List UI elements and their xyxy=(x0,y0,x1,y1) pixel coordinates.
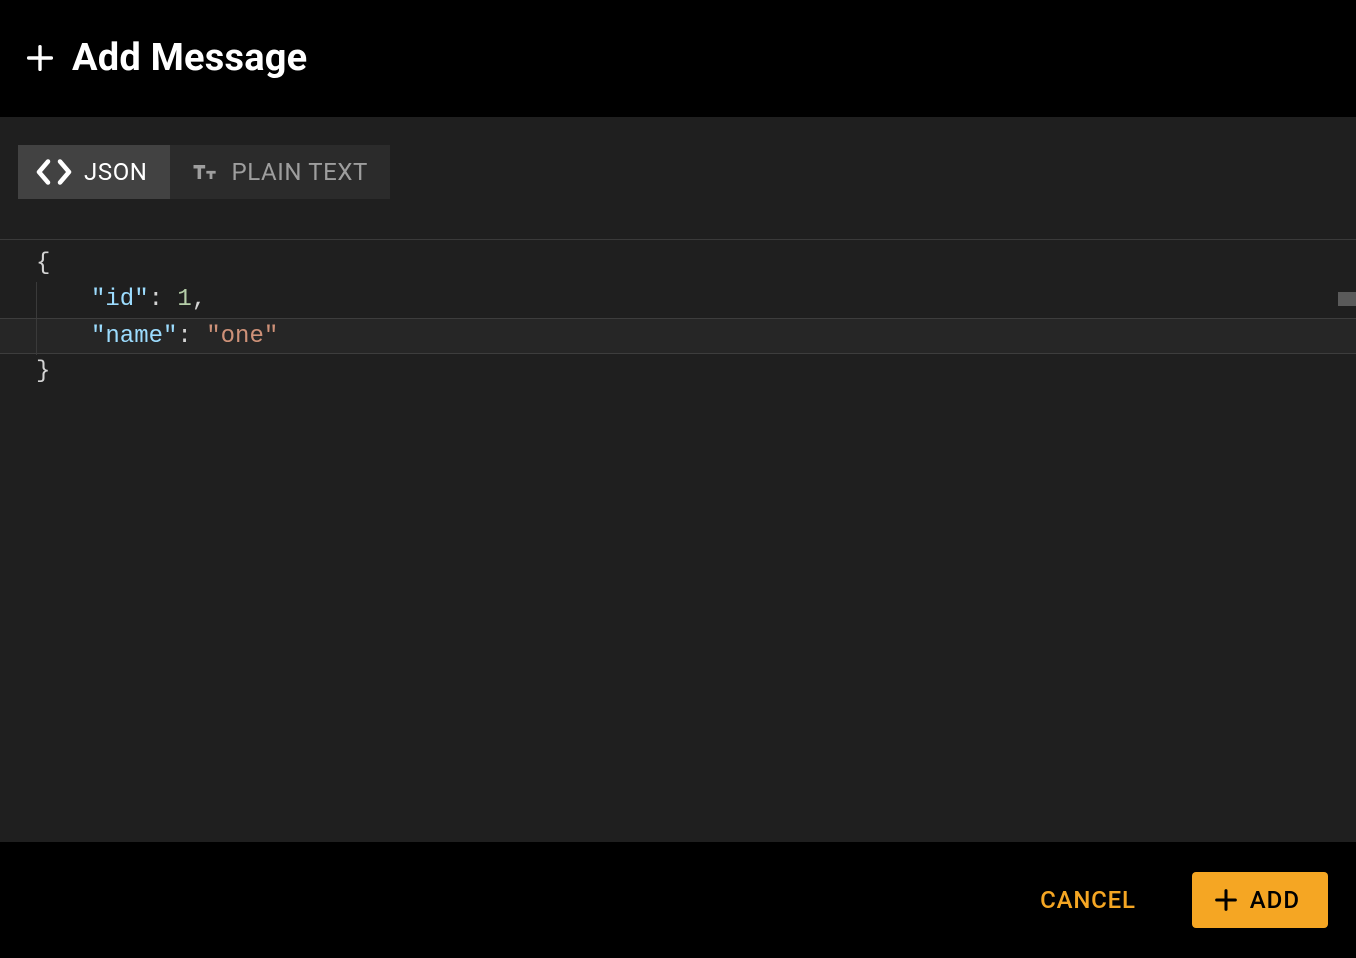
dialog-header: Add Message xyxy=(0,0,1356,116)
tab-plain-label: PLAIN TEXT xyxy=(232,158,368,186)
panel-body: JSON PLAIN TEXT {"id": 1,"name": "one"} xyxy=(0,116,1356,842)
code-icon xyxy=(36,158,72,186)
json-val-name: "one" xyxy=(206,323,278,350)
json-key-name: "name" xyxy=(91,323,177,350)
plus-icon xyxy=(1212,886,1240,914)
brace-close: } xyxy=(36,358,50,385)
json-key-id: "id" xyxy=(91,286,149,313)
dialog-footer: CANCEL ADD xyxy=(0,842,1356,958)
tab-json[interactable]: JSON xyxy=(18,145,170,199)
tab-json-label: JSON xyxy=(84,158,148,186)
add-button-label: ADD xyxy=(1250,886,1300,914)
cancel-button[interactable]: CANCEL xyxy=(1040,886,1136,914)
tab-plain-text[interactable]: PLAIN TEXT xyxy=(170,145,390,199)
json-val-id: 1 xyxy=(177,286,191,313)
json-content[interactable]: {"id": 1,"name": "one"} xyxy=(0,240,1356,842)
plus-icon xyxy=(22,40,58,76)
text-fields-icon xyxy=(188,158,220,186)
dialog-title: Add Message xyxy=(72,36,307,80)
code-editor[interactable]: {"id": 1,"name": "one"} xyxy=(0,239,1356,842)
format-tabs: JSON PLAIN TEXT xyxy=(0,117,1356,199)
add-button[interactable]: ADD xyxy=(1192,872,1328,928)
brace-open: { xyxy=(36,250,50,277)
